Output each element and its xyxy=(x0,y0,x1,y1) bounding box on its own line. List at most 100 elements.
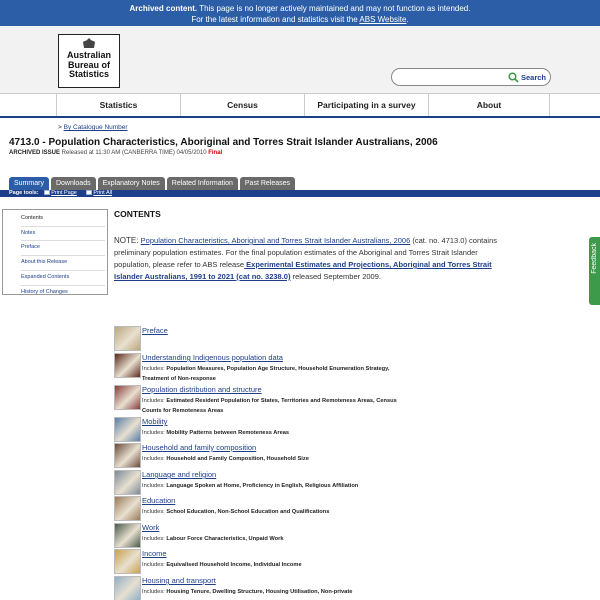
abs-website-link[interactable]: ABS Website xyxy=(359,15,406,24)
print-icon xyxy=(44,190,51,195)
chapter-includes: Includes: School Education, Non-School E… xyxy=(142,507,412,517)
includes-label: Includes: xyxy=(142,366,167,372)
archived-text-2: For the latest information and statistic… xyxy=(191,15,360,24)
archived-banner: Archived content. This page is no longer… xyxy=(0,0,600,26)
release-note: NOTE: Population Characteristics, Aborig… xyxy=(114,235,499,283)
search-button-label: Search xyxy=(520,73,546,82)
chapter-thumbnail[interactable] xyxy=(114,353,141,378)
chapter-link[interactable]: Mobility xyxy=(142,417,167,426)
search-icon xyxy=(508,72,519,83)
chapter-link[interactable]: Population distribution and structure xyxy=(142,385,262,394)
includes-text: Household and Family Composition, Househ… xyxy=(166,456,309,462)
chapter-thumbnail[interactable] xyxy=(114,470,141,495)
chapter-includes: Includes: Housing Tenure, Dwelling Struc… xyxy=(142,587,412,597)
main-nav: Statistics Census Participating in a sur… xyxy=(0,93,600,118)
chapter-link[interactable]: Education xyxy=(142,496,175,505)
includes-label: Includes: xyxy=(142,430,167,436)
includes-text: Mobility Patterns between Remoteness Are… xyxy=(166,430,290,436)
status-badge: Final xyxy=(208,150,223,156)
contents-heading: CONTENTS xyxy=(114,209,161,219)
nav-about[interactable]: About xyxy=(428,94,550,116)
chapter-thumbnail[interactable] xyxy=(114,576,141,600)
includes-text: Population Measures, Population Age Stru… xyxy=(142,366,390,382)
breadcrumb-by-catalogue-number[interactable]: By Catalogue Number xyxy=(64,124,128,131)
chapter-link[interactable]: Work xyxy=(142,523,159,532)
includes-label: Includes: xyxy=(142,562,167,568)
sidebar-item-contents[interactable]: Contents xyxy=(21,212,105,227)
chapter-thumbnail[interactable] xyxy=(114,326,141,351)
breadcrumb: > By Catalogue Number xyxy=(58,124,128,131)
chapter-thumbnail[interactable] xyxy=(114,385,141,410)
print-page-link[interactable]: Print Page xyxy=(51,190,77,196)
tab-past-releases[interactable]: Past Releases xyxy=(239,177,296,190)
includes-text: Equivalised Household Income, Individual… xyxy=(166,562,302,568)
chapter-thumbnail[interactable] xyxy=(114,496,141,521)
chapter-thumbnail[interactable] xyxy=(114,549,141,574)
chapter-link[interactable]: Income xyxy=(142,549,167,558)
search-box: Search xyxy=(391,68,551,86)
nav-statistics[interactable]: Statistics xyxy=(56,94,180,116)
chapter-includes: Includes: Household and Family Compositi… xyxy=(142,454,412,464)
contents-sidebar: Contents Notes Preface About this Releas… xyxy=(2,209,108,295)
chapter-link[interactable]: Household and family composition xyxy=(142,443,256,452)
chapter-includes: Includes: Mobility Patterns between Remo… xyxy=(142,428,412,438)
includes-label: Includes: xyxy=(142,483,167,489)
chapter-includes: Includes: Estimated Resident Population … xyxy=(142,396,412,416)
search-input[interactable] xyxy=(398,71,506,83)
chapter-link[interactable]: Housing and transport xyxy=(142,576,216,585)
page-title: 4713.0 - Population Characteristics, Abo… xyxy=(9,137,438,148)
note-text-2: released September 2009. xyxy=(290,272,381,281)
tab-downloads[interactable]: Downloads xyxy=(50,177,96,190)
nav-participating-in-a-survey[interactable]: Participating in a survey xyxy=(304,94,428,116)
page-tools-bar: Page tools: Print Page Print All xyxy=(0,190,600,197)
chapter-includes: Includes: Population Measures, Populatio… xyxy=(142,364,412,384)
page-tools-label: Page tools: xyxy=(9,190,39,196)
includes-label: Includes: xyxy=(142,509,167,515)
issue-label: ARCHIVED ISSUE xyxy=(9,150,61,156)
note-link-4713[interactable]: Population Characteristics, Aboriginal a… xyxy=(141,236,411,245)
issue-info: ARCHIVED ISSUE Released at 11:30 AM (CAN… xyxy=(9,150,222,156)
nav-census[interactable]: Census xyxy=(180,94,304,116)
sidebar-item-notes[interactable]: Notes xyxy=(21,227,105,242)
chapter-includes: Includes: Equivalised Household Income, … xyxy=(142,560,412,570)
chapter-includes: Includes: Language Spoken at Home, Profi… xyxy=(142,481,412,491)
includes-label: Includes: xyxy=(142,456,167,462)
chapter-link[interactable]: Preface xyxy=(142,326,168,335)
print-all-link[interactable]: Print All xyxy=(93,190,112,196)
archived-label: Archived content. xyxy=(129,4,198,13)
includes-text: Housing Tenure, Dwelling Structure, Hous… xyxy=(166,589,353,595)
tab-related-information[interactable]: Related Information xyxy=(166,177,238,190)
note-label: NOTE: xyxy=(114,236,141,245)
logo-line-3: Statistics xyxy=(68,69,110,79)
sidebar-item-expanded-contents[interactable]: Expanded Contents xyxy=(21,271,105,286)
chapter-thumbnail[interactable] xyxy=(114,417,141,442)
chapter-link[interactable]: Language and religion xyxy=(142,470,216,479)
release-info: Released at 11:30 AM (CANBERRA TIME) 04/… xyxy=(60,150,209,156)
tab-summary[interactable]: Summary xyxy=(9,177,49,190)
feedback-label: Feedback xyxy=(591,243,598,274)
sidebar-item-preface[interactable]: Preface xyxy=(21,241,105,257)
chapter-includes: Includes: Labour Force Characteristics, … xyxy=(142,534,412,544)
sidebar-item-about-this-release[interactable]: About this Release xyxy=(21,256,105,271)
includes-text: Language Spoken at Home, Proficiency in … xyxy=(166,483,359,489)
chapter-thumbnail[interactable] xyxy=(114,443,141,468)
abs-logo[interactable]: Australian Bureau of Statistics xyxy=(58,34,120,88)
tab-bar: Summary Downloads Explanatory Notes Rela… xyxy=(9,177,296,190)
tab-explanatory-notes[interactable]: Explanatory Notes xyxy=(97,177,165,190)
includes-label: Includes: xyxy=(142,536,167,542)
includes-label: Includes: xyxy=(142,398,167,404)
print-all-icon xyxy=(86,190,93,195)
includes-text: Estimated Resident Population for States… xyxy=(142,398,397,414)
feedback-tab[interactable]: Feedback xyxy=(589,237,600,305)
includes-text: Labour Force Characteristics, Unpaid Wor… xyxy=(166,536,284,542)
chapter-thumbnail[interactable] xyxy=(114,523,141,548)
search-button[interactable]: Search xyxy=(508,71,546,84)
includes-text: School Education, Non-School Education a… xyxy=(166,509,330,515)
archived-text: This page is no longer actively maintain… xyxy=(197,4,471,13)
includes-label: Includes: xyxy=(142,589,167,595)
archived-text-3: . xyxy=(406,15,409,24)
site-header: Australian Bureau of Statistics Search xyxy=(0,26,600,93)
chapter-link[interactable]: Understanding Indigenous population data xyxy=(142,353,283,362)
sidebar-item-history-of-changes[interactable]: History of Changes xyxy=(21,286,105,300)
coat-of-arms-icon xyxy=(59,37,119,51)
